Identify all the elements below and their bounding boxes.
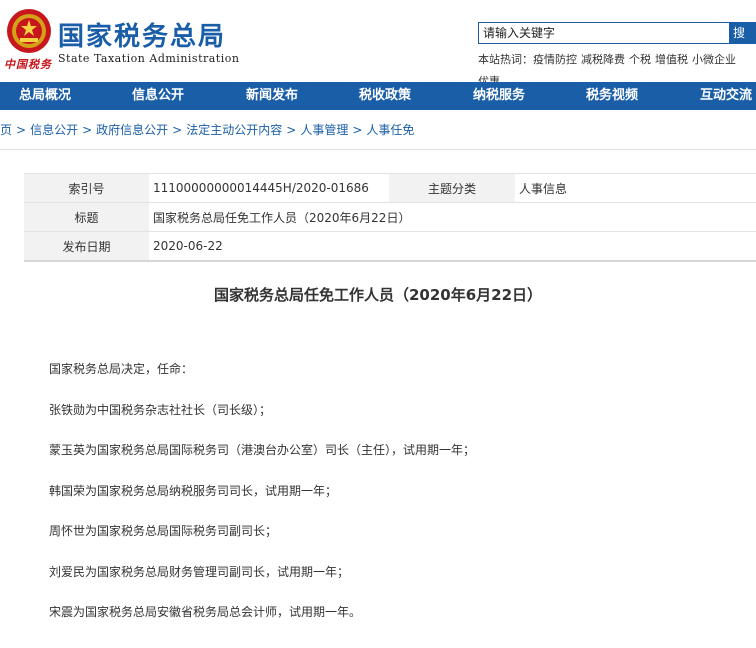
- table-row: 索引号 11100000000014445H/2020-01686 主题分类 人…: [24, 174, 756, 203]
- index-value: 11100000000014445H/2020-01686: [149, 174, 389, 203]
- article-paragraph: 韩国荣为国家税务总局纳税服务司司长，试用期一年；: [49, 483, 338, 498]
- article-paragraph: 刘爱民为国家税务总局财务管理司副司长，试用期一年；: [49, 564, 350, 579]
- breadcrumb-link[interactable]: 人事管理: [300, 123, 348, 137]
- search-input[interactable]: 请输入关键字: [478, 22, 730, 44]
- category-value: 人事信息: [515, 174, 756, 203]
- breadcrumb-link[interactable]: 人事任免: [366, 123, 414, 137]
- breadcrumb: 首页>信息公开>政府信息公开>法定主动公开内容>人事管理>人事任免: [0, 110, 756, 150]
- search-button[interactable]: 搜: [730, 22, 756, 44]
- hot-words-label: 本站热词：: [478, 53, 533, 66]
- nav-item-overview[interactable]: 总局概况: [19, 82, 71, 110]
- main-nav: 总局概况 信息公开 新闻发布 税收政策 纳税服务 税务视频 互动交流: [0, 82, 756, 110]
- meta-divider: [24, 260, 756, 262]
- hot-word-link[interactable]: 增值税: [655, 53, 688, 66]
- article-body: 国家税务总局决定，任命： 张铁勋为中国税务杂志社社长（司长级）； 蒙玉英为国家税…: [49, 360, 475, 644]
- article-paragraph: 周怀世为国家税务总局国际税务司副司长；: [49, 524, 278, 538]
- title-value: 国家税务总局任免工作人员（2020年6月22日）: [149, 202, 756, 232]
- article-paragraph: 宋震为国家税务总局安徽省税务局总会计师，试用期一年。: [49, 605, 362, 619]
- table-row: 标题 国家税务总局任免工作人员（2020年6月22日）: [24, 202, 756, 232]
- breadcrumb-link[interactable]: 信息公开: [30, 123, 78, 137]
- category-label: 主题分类: [389, 174, 515, 203]
- title-label: 标题: [24, 202, 149, 232]
- hot-word-link[interactable]: 小微企业: [692, 53, 736, 66]
- nav-item-interaction[interactable]: 互动交流: [700, 82, 752, 110]
- hot-word-link[interactable]: 个税: [629, 53, 651, 66]
- index-label: 索引号: [24, 174, 149, 203]
- article-paragraph: 蒙玉英为国家税务总局国际税务司（港澳台办公室）司长（主任），试用期一年；: [49, 443, 476, 457]
- site-subtitle: State Taxation Administration: [58, 52, 240, 65]
- breadcrumb-separator: >: [352, 123, 363, 137]
- nav-item-info-disclosure[interactable]: 信息公开: [132, 82, 184, 110]
- site-title[interactable]: 国家税务总局: [58, 16, 226, 53]
- breadcrumb-separator: >: [16, 123, 27, 137]
- breadcrumb-link[interactable]: 政府信息公开: [96, 123, 168, 137]
- date-value: 2020-06-22: [149, 231, 756, 261]
- meta-table: 索引号 11100000000014445H/2020-01686 主题分类 人…: [24, 174, 756, 261]
- site-header: 中国税务 国家税务总局 State Taxation Administratio…: [0, 0, 756, 88]
- date-label: 发布日期: [24, 231, 149, 261]
- article-title: 国家税务总局任免工作人员（2020年6月22日）: [213, 286, 543, 304]
- breadcrumb-separator: >: [286, 123, 297, 137]
- article-paragraph: 国家税务总局决定，任命：: [49, 362, 194, 376]
- hot-word-link[interactable]: 疫情防控: [533, 53, 577, 66]
- breadcrumb-separator: >: [82, 123, 93, 137]
- breadcrumb-link[interactable]: 法定主动公开内容: [186, 123, 282, 137]
- hot-word-link[interactable]: 减税降费: [581, 53, 625, 66]
- nav-item-tax-policy[interactable]: 税收政策: [359, 82, 411, 110]
- logo-script: 中国税务: [4, 58, 52, 71]
- breadcrumb-link[interactable]: 首页: [0, 123, 12, 137]
- hot-words: 本站热词：疫情防控 减税降费 个税 增值税 小微企业: [478, 51, 740, 67]
- table-row: 发布日期 2020-06-22: [24, 231, 756, 261]
- nav-item-taxpayer-service[interactable]: 纳税服务: [473, 82, 525, 110]
- breadcrumb-separator: >: [172, 123, 183, 137]
- national-emblem-icon: [7, 9, 51, 53]
- article-paragraph: 张铁勋为中国税务杂志社社长（司长级）；: [49, 402, 272, 417]
- nav-item-tax-video[interactable]: 税务视频: [586, 82, 638, 110]
- nav-item-news[interactable]: 新闻发布: [246, 82, 298, 110]
